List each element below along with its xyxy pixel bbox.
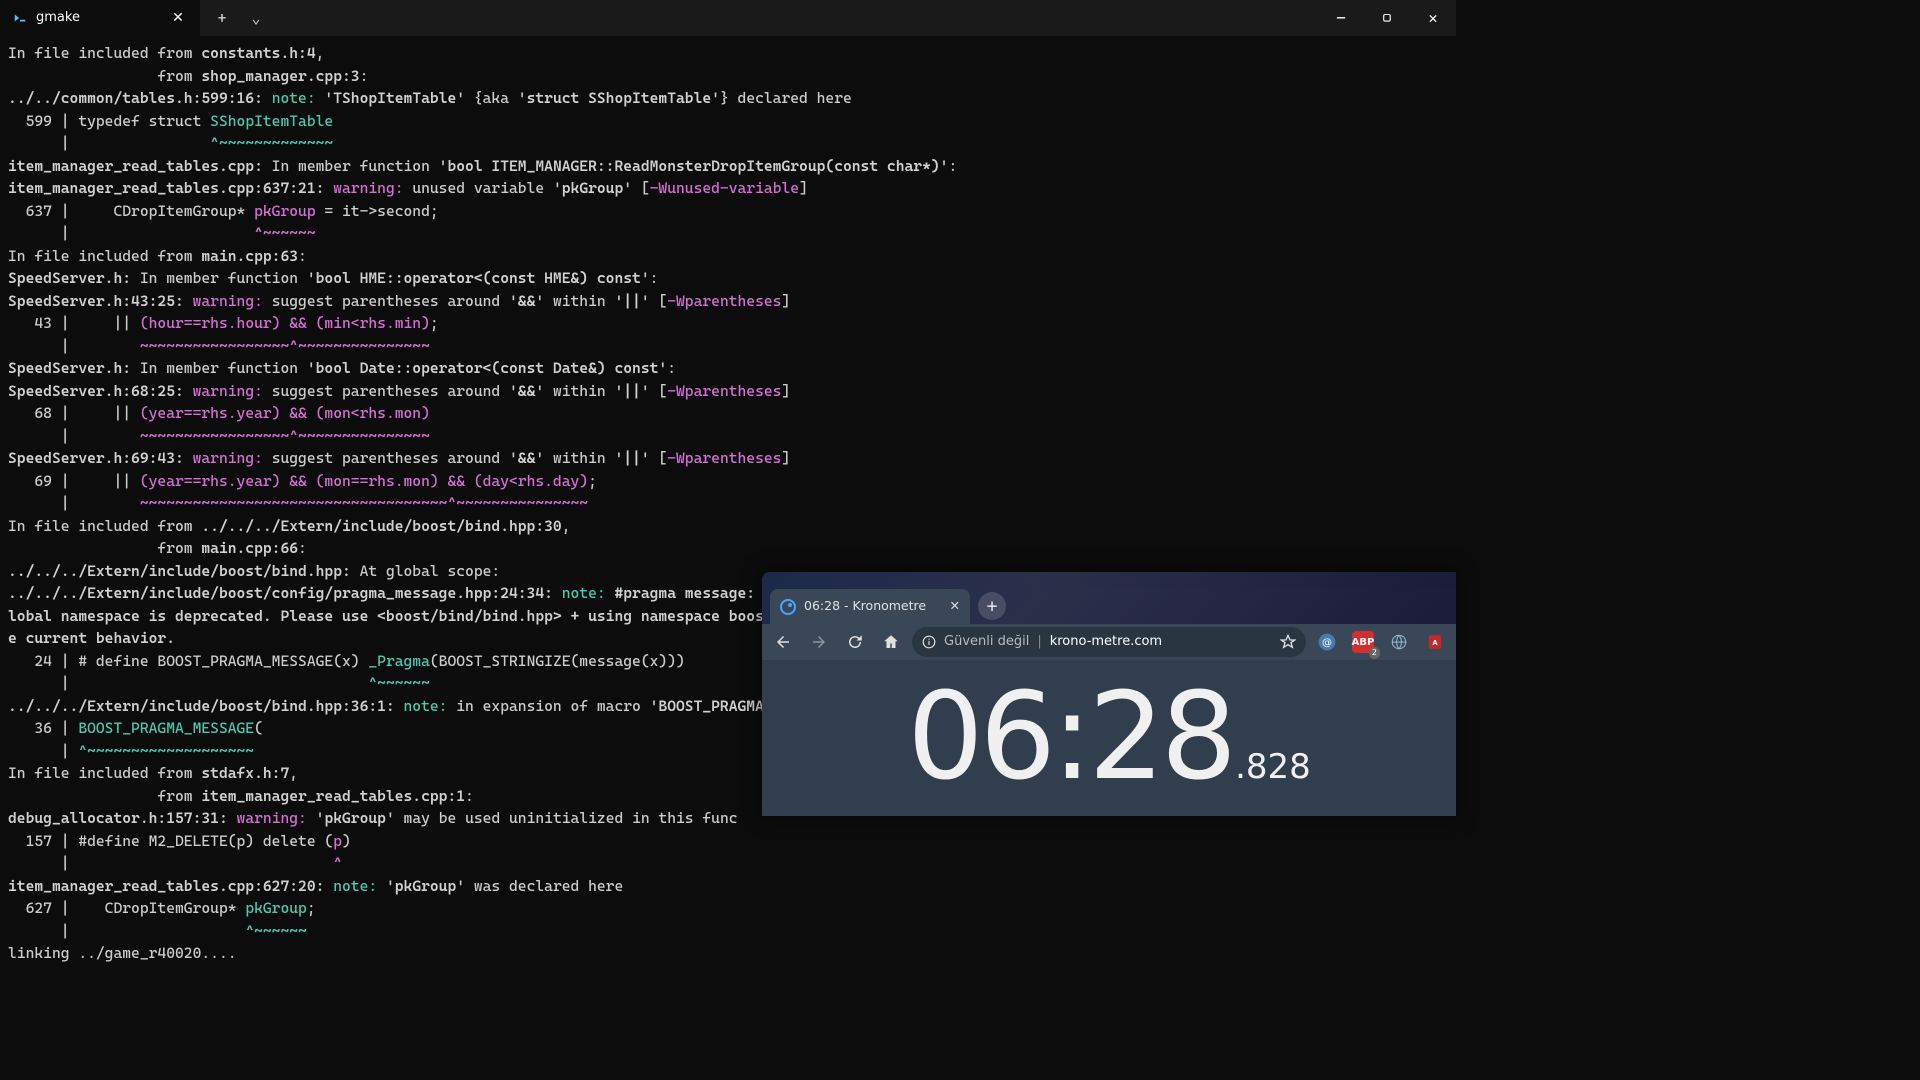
- clock-icon: [780, 599, 796, 615]
- new-tab-button[interactable]: +: [208, 4, 236, 32]
- terminal-line: | ^: [8, 852, 1448, 875]
- svg-text:@: @: [1322, 637, 1332, 648]
- browser-page-content: 06:28 .828: [762, 660, 1456, 816]
- terminal-line: In file included from main.cpp:63:: [8, 245, 1448, 268]
- address-domain: krono-metre.com: [1050, 632, 1162, 652]
- terminal-line: SpeedServer.h:43:25: warning: suggest pa…: [8, 290, 1448, 313]
- terminal-output[interactable]: In file included from constants.h:4, fro…: [0, 36, 1456, 971]
- terminal-line: ../../common/tables.h:599:16: note: 'TSh…: [8, 87, 1448, 110]
- terminal-line: | ~~~~~~~~~~~~~~~~~~~~~~~~~~~~~~~~~~~^~~…: [8, 492, 1448, 515]
- globe-extension-icon[interactable]: [1384, 627, 1414, 657]
- terminal-line: | ^~~~~~~~~~~~~~: [8, 132, 1448, 155]
- terminal-line: 627 | CDropItemGroup* pkGroup;: [8, 897, 1448, 920]
- abp-count-badge: 2: [1369, 647, 1380, 659]
- terminal-line: from shop_manager.cpp:3:: [8, 65, 1448, 88]
- address-bar[interactable]: Güvenli değil | krono-metre.com: [912, 627, 1306, 657]
- terminal-tab[interactable]: gmake ✕: [0, 0, 200, 36]
- window-minimize-button[interactable]: —: [1318, 0, 1364, 36]
- browser-new-tab-button[interactable]: +: [978, 592, 1006, 620]
- terminal-line: SpeedServer.h: In member function 'bool …: [8, 357, 1448, 380]
- stopwatch-display: 06:28 .828: [907, 678, 1311, 798]
- browser-tab-close[interactable]: ✕: [950, 597, 960, 616]
- terminal-line: linking ../game_r40020....: [8, 942, 1448, 965]
- back-button[interactable]: [768, 627, 798, 657]
- browser-tab[interactable]: 06:28 - Kronometre ✕: [770, 589, 970, 624]
- pdf-extension-icon[interactable]: A: [1420, 627, 1450, 657]
- terminal-line: 637 | CDropItemGroup* pkGroup = it->seco…: [8, 200, 1448, 223]
- terminal-line: SpeedServer.h:69:43: warning: suggest pa…: [8, 447, 1448, 470]
- terminal-line: In file included from ../../../Extern/in…: [8, 515, 1448, 538]
- home-button[interactable]: [876, 627, 906, 657]
- terminal-line: 157 | #define M2_DELETE(p) delete (p): [8, 830, 1448, 853]
- browser-tab-title: 06:28 - Kronometre: [804, 597, 926, 616]
- terminal-line: SpeedServer.h:68:25: warning: suggest pa…: [8, 380, 1448, 403]
- terminal-line: | ~~~~~~~~~~~~~~~~~^~~~~~~~~~~~~~~~: [8, 425, 1448, 448]
- terminal-line: from main.cpp:66:: [8, 537, 1448, 560]
- stopwatch-millis: .828: [1235, 742, 1311, 793]
- tab-dropdown-button[interactable]: ⌄: [242, 4, 270, 32]
- browser-toolbar: Güvenli değil | krono-metre.com @ ABP 2 …: [762, 624, 1456, 660]
- powershell-icon: [12, 10, 28, 26]
- terminal-line: | ^~~~~~~: [8, 222, 1448, 245]
- info-icon: [922, 635, 936, 649]
- star-icon[interactable]: [1280, 634, 1296, 650]
- terminal-line: 43 | || (hour==rhs.hour) && (min<rhs.min…: [8, 312, 1448, 335]
- window-close-button[interactable]: ✕: [1410, 0, 1456, 36]
- terminal-line: item_manager_read_tables.cpp:637:21: war…: [8, 177, 1448, 200]
- browser-window: 06:28 - Kronometre ✕ + Güvenli değil | k…: [762, 572, 1456, 816]
- abp-extension-icon[interactable]: ABP 2: [1348, 627, 1378, 657]
- terminal-line: item_manager_read_tables.cpp: In member …: [8, 155, 1448, 178]
- terminal-line: 68 | || (year==rhs.year) && (mon<rhs.mon…: [8, 402, 1448, 425]
- reload-button[interactable]: [840, 627, 870, 657]
- terminal-line: | ^~~~~~~: [8, 920, 1448, 943]
- profile-icon[interactable]: @: [1312, 627, 1342, 657]
- forward-button[interactable]: [804, 627, 834, 657]
- window-titlebar: gmake ✕ + ⌄ — ▢ ✕: [0, 0, 1456, 36]
- browser-titlebar-drag[interactable]: [762, 572, 1456, 588]
- security-status: Güvenli değil: [944, 632, 1029, 652]
- terminal-line: In file included from constants.h:4,: [8, 42, 1448, 65]
- address-divider: |: [1037, 632, 1041, 652]
- terminal-line: item_manager_read_tables.cpp:627:20: not…: [8, 875, 1448, 898]
- svg-text:A: A: [1432, 639, 1438, 647]
- tab-close-button[interactable]: ✕: [168, 8, 188, 28]
- tab-title: gmake: [36, 8, 80, 28]
- window-maximize-button[interactable]: ▢: [1364, 0, 1410, 36]
- stopwatch-main: 06:28: [907, 678, 1233, 798]
- terminal-line: 599 | typedef struct SShopItemTable: [8, 110, 1448, 133]
- terminal-line: 69 | || (year==rhs.year) && (mon==rhs.mo…: [8, 470, 1448, 493]
- terminal-line: SpeedServer.h: In member function 'bool …: [8, 267, 1448, 290]
- browser-tabstrip: 06:28 - Kronometre ✕ +: [762, 588, 1456, 624]
- terminal-line: | ~~~~~~~~~~~~~~~~~^~~~~~~~~~~~~~~~: [8, 335, 1448, 358]
